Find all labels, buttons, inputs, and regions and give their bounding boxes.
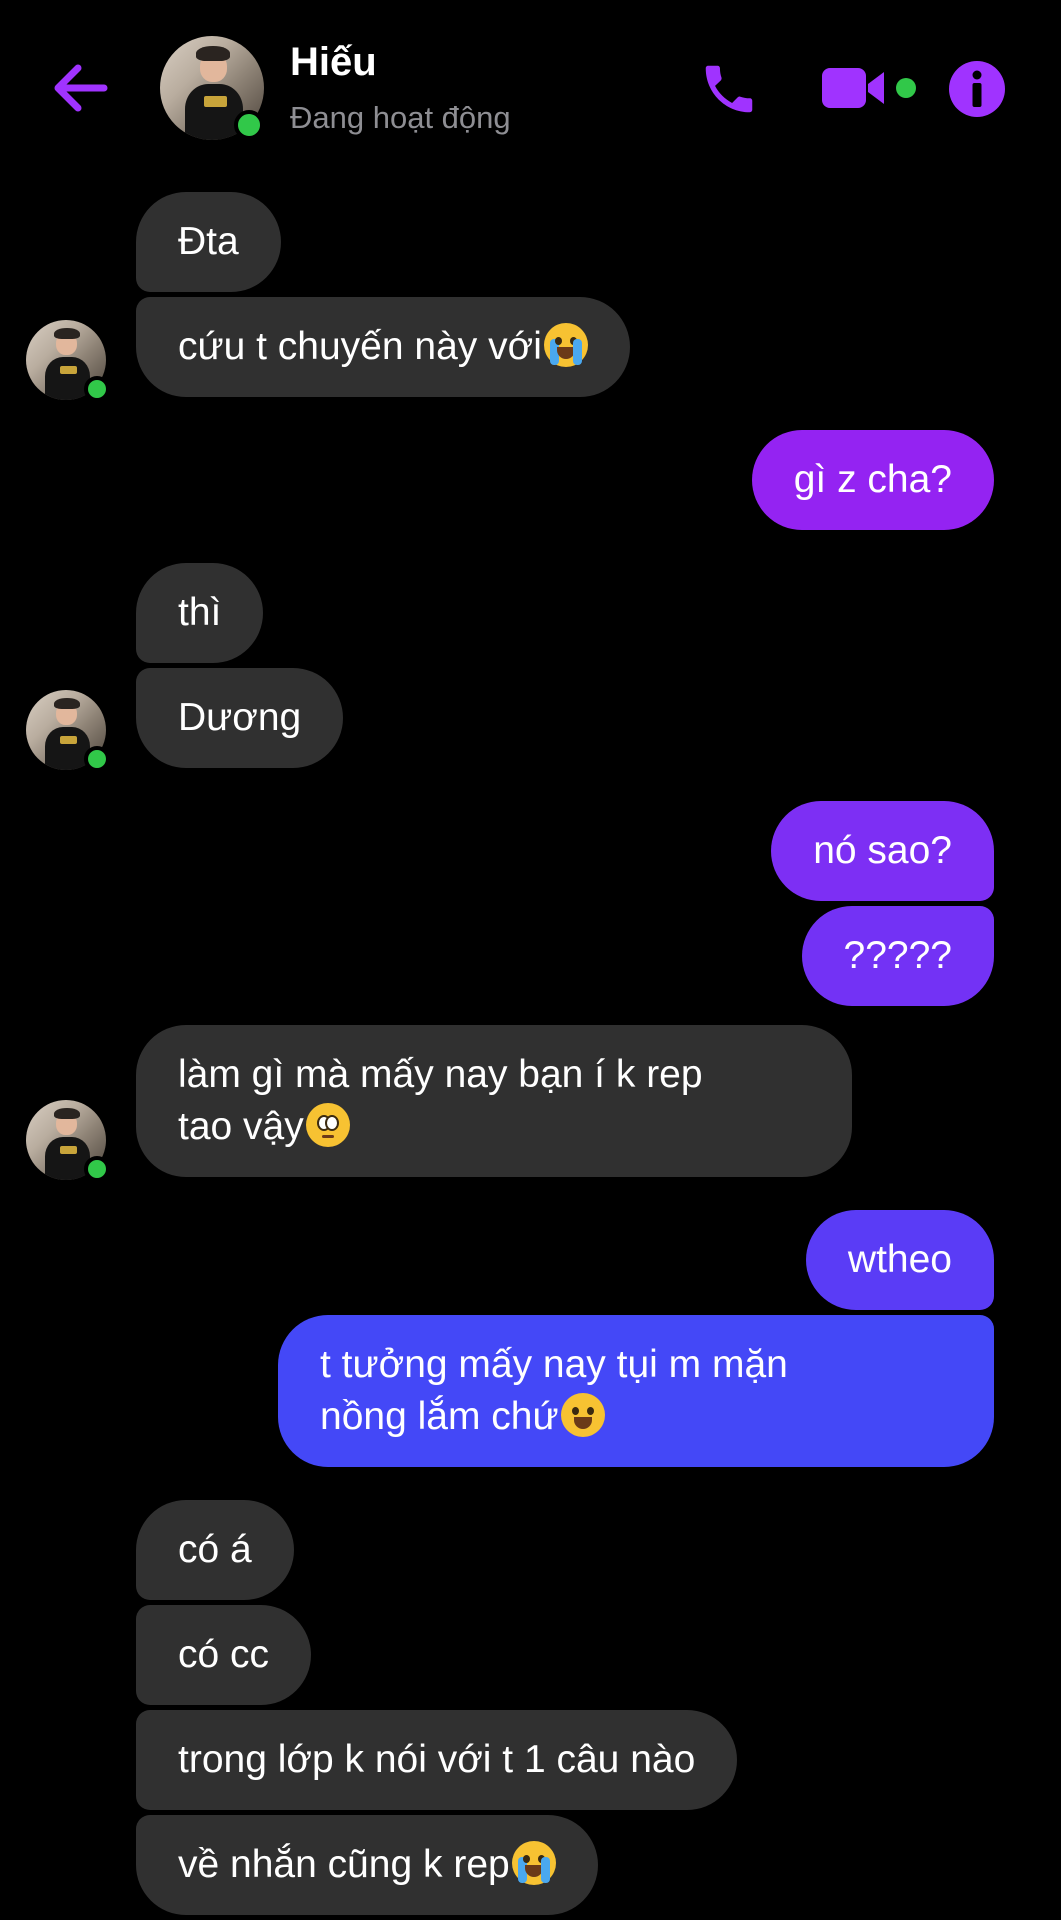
message-bubble-incoming[interactable]: có á xyxy=(136,1500,294,1600)
message-text: trong lớp k nói với t 1 câu nào xyxy=(178,1738,696,1781)
message-text-line: tao vậy xyxy=(178,1105,304,1148)
tongue-face-emoji xyxy=(560,1393,605,1437)
message-text: gì z cha? xyxy=(793,458,952,501)
message-bubble-outgoing[interactable]: nó sao? xyxy=(771,801,994,901)
message-text: về nhắn cũng k rep xyxy=(178,1843,510,1886)
video-camera-icon xyxy=(822,68,916,108)
back-button[interactable] xyxy=(48,58,112,118)
loudly-crying-emoji xyxy=(511,1841,556,1885)
contact-name[interactable]: Hiếu xyxy=(290,40,377,85)
message-bubble-incoming[interactable]: có cc xyxy=(136,1605,312,1705)
message-text: có cc xyxy=(178,1633,270,1676)
loudly-crying-emoji xyxy=(543,323,588,367)
message-bubble-outgoing[interactable]: gì z cha? xyxy=(751,430,994,530)
message-bubble-outgoing[interactable]: wtheo xyxy=(805,1210,994,1310)
info-icon xyxy=(949,61,1005,117)
conversation-header: Hiếu Đang hoạt động xyxy=(0,0,1061,175)
message-text: wtheo xyxy=(847,1238,952,1281)
message-bubble-incoming[interactable]: Dương xyxy=(136,668,344,768)
online-indicator xyxy=(84,1156,110,1182)
contact-status: Đang hoạt động xyxy=(290,100,511,135)
message-text: nó sao? xyxy=(813,829,952,872)
message-text: có á xyxy=(178,1528,252,1571)
sender-avatar[interactable] xyxy=(26,690,110,772)
message-bubble-incoming[interactable]: thì xyxy=(136,563,264,663)
message-text: cứu t chuyến này với xyxy=(178,325,542,368)
message-bubble-incoming[interactable]: Đta xyxy=(136,192,281,292)
pleading-face-emoji xyxy=(305,1103,350,1147)
message-text: Đta xyxy=(178,220,239,263)
online-indicator xyxy=(84,746,110,772)
message-text: ????? xyxy=(843,934,952,977)
phone-icon xyxy=(705,65,753,113)
info-button[interactable] xyxy=(948,60,1006,118)
message-text-line: làm gì mà mấy nay bạn í k rep xyxy=(178,1053,703,1096)
online-indicator xyxy=(234,110,264,140)
voice-call-button[interactable] xyxy=(698,58,760,120)
message-bubble-incoming[interactable]: về nhắn cũng k rep xyxy=(136,1815,598,1915)
message-bubble-incoming[interactable]: làm gì mà mấy nay bạn í k rep tao vậy xyxy=(136,1025,852,1177)
message-bubble-outgoing[interactable]: t tưởng mấy nay tụi m mặn nồng lắm chứ xyxy=(278,1315,994,1467)
message-text: Dương xyxy=(178,696,302,739)
sender-avatar[interactable] xyxy=(26,1100,110,1182)
contact-avatar[interactable] xyxy=(160,36,264,140)
video-call-button[interactable] xyxy=(822,62,918,114)
online-indicator xyxy=(84,376,110,402)
sender-avatar[interactable] xyxy=(26,320,110,402)
message-bubble-incoming[interactable]: cứu t chuyến này với xyxy=(136,297,630,397)
message-text-line: nồng lắm chứ xyxy=(320,1395,559,1438)
message-text-line: t tưởng mấy nay tụi m mặn xyxy=(320,1343,788,1386)
back-arrow-icon xyxy=(54,64,108,112)
message-text: thì xyxy=(178,591,222,634)
message-bubble-incoming[interactable]: trong lớp k nói với t 1 câu nào xyxy=(136,1710,738,1810)
message-bubble-outgoing[interactable]: ????? xyxy=(801,906,994,1006)
